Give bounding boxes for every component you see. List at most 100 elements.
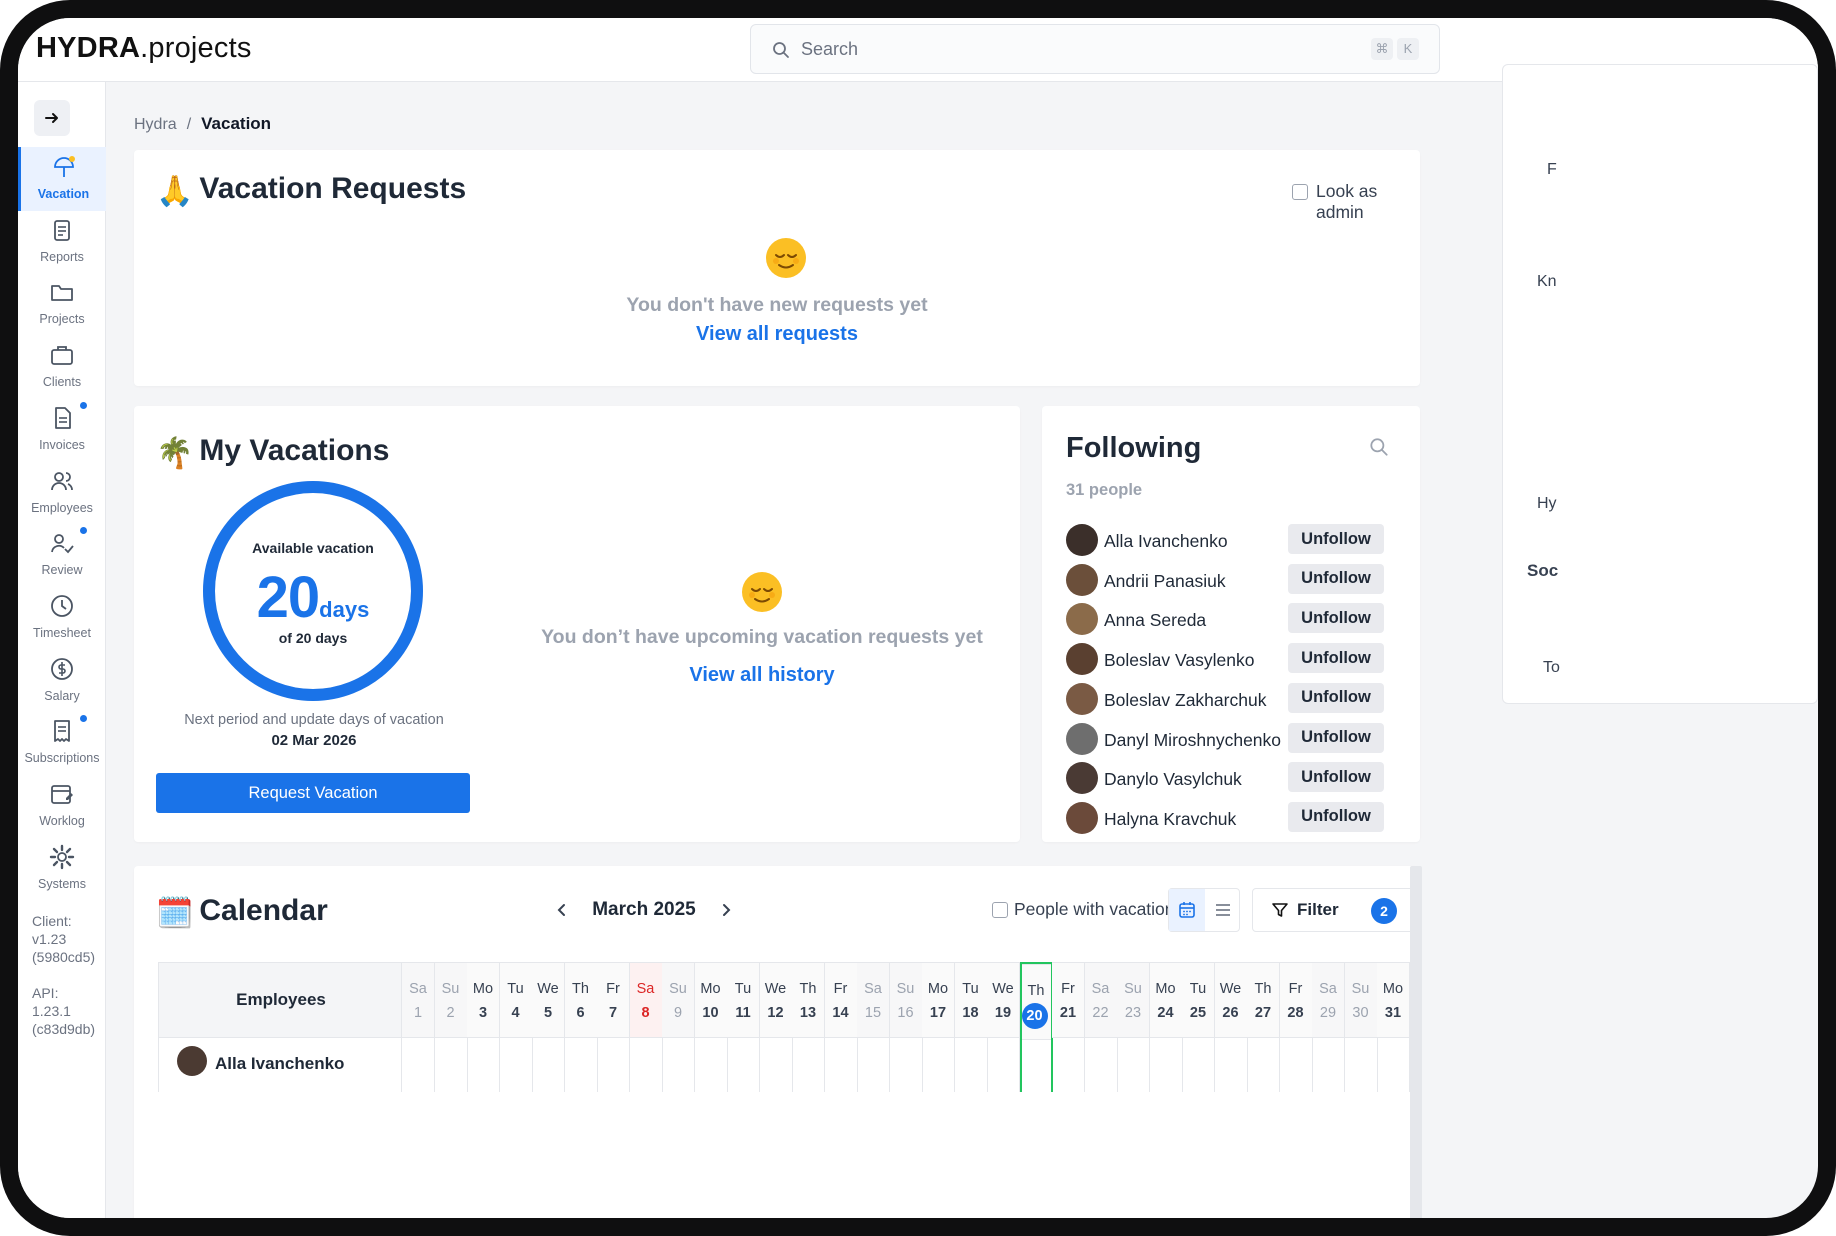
calendar-day-column[interactable]: We 12 [759, 962, 793, 1092]
calendar-day-column[interactable]: Fr 28 [1279, 962, 1313, 1092]
person-name[interactable]: Boleslav Vasylenko [1104, 650, 1254, 671]
day-number: 21 [1059, 1005, 1077, 1021]
list-view-button[interactable] [1205, 889, 1241, 931]
sidebar-item-clients[interactable]: Clients [18, 335, 106, 399]
unfollow-button[interactable]: Unfollow [1288, 801, 1384, 832]
calendar-day-column[interactable]: Fr 7 [597, 962, 630, 1092]
calendar-day-column[interactable]: Fr 14 [824, 962, 858, 1092]
sidebar-item-review[interactable]: Review [18, 523, 106, 587]
calendar-day-column[interactable]: Th 20 [1019, 962, 1053, 1092]
employee-name[interactable]: Alla Ivanchenko [215, 1054, 344, 1074]
person-name[interactable]: Danyl Miroshnychenko [1104, 730, 1281, 751]
person-name[interactable]: Anna Sereda [1104, 610, 1206, 631]
calendar-day-column[interactable]: Mo 24 [1149, 962, 1183, 1092]
sidebar-item-employees[interactable]: Employees [18, 461, 106, 525]
calendar-day-column[interactable]: We 19 [987, 962, 1020, 1092]
weekday-label: Th [1254, 981, 1272, 997]
unfollow-button[interactable]: Unfollow [1288, 722, 1384, 753]
person-name[interactable]: Boleslav Zakharchuk [1104, 690, 1266, 711]
calendar-day-column[interactable]: We 26 [1214, 962, 1248, 1092]
avatar[interactable] [1066, 722, 1098, 755]
weekday-label: Sa [409, 981, 427, 997]
calendar-day-column[interactable]: Sa 1 [402, 962, 435, 1092]
day-number: 12 [767, 1005, 784, 1021]
sidebar-item-invoices[interactable]: Invoices [18, 398, 106, 462]
sidebar-item-vacation[interactable]: Vacation [18, 147, 106, 211]
avatar[interactable] [1066, 603, 1098, 636]
chevron-right-icon[interactable] [718, 902, 734, 918]
sidebar-item-worklog[interactable]: Worklog [18, 774, 106, 838]
calendar-day-column[interactable]: Tu 4 [499, 962, 533, 1092]
sidebar-item-reports[interactable]: Reports [18, 210, 106, 274]
breadcrumb: Hydra / Vacation [134, 114, 271, 134]
my-vacations-title-text: My Vacations [199, 434, 390, 467]
avatar[interactable] [1066, 563, 1098, 596]
person-name[interactable]: Halyna Kravchuk [1104, 809, 1236, 830]
chevron-left-icon[interactable] [554, 902, 570, 918]
calendar-day-column[interactable]: Tu 18 [954, 962, 988, 1092]
filter-button[interactable]: Filter 2 [1252, 888, 1414, 932]
calendar-day-column[interactable]: Mo 31 [1377, 962, 1410, 1092]
calendar-scrollbar[interactable] [1410, 866, 1422, 1218]
people-with-vacation-checkbox[interactable] [992, 902, 1008, 918]
unfollow-button[interactable]: Unfollow [1288, 603, 1384, 634]
calendar-day-column[interactable]: Sa 15 [857, 962, 890, 1092]
person-name[interactable]: Andrii Panasiuk [1104, 571, 1226, 592]
calendar-day-column[interactable]: Mo 17 [922, 962, 955, 1092]
calendar-day-column[interactable]: Tu 25 [1182, 962, 1215, 1092]
sidebar-item-projects[interactable]: Projects [18, 272, 106, 336]
look-as-admin-checkbox[interactable] [1292, 184, 1308, 200]
sidebar-item-timesheet[interactable]: Timesheet [18, 586, 106, 650]
palm-tree-icon: 🌴 [156, 437, 194, 470]
calendar-view-button[interactable] [1169, 889, 1205, 931]
view-all-history-link[interactable]: View all history [612, 664, 912, 687]
calendar-day-column[interactable]: Tu 11 [727, 962, 760, 1092]
avatar[interactable] [1066, 643, 1098, 676]
breadcrumb-root[interactable]: Hydra [134, 116, 177, 133]
day-number: 30 [1352, 1005, 1369, 1021]
avatar[interactable] [1066, 524, 1098, 556]
calendar-day-column[interactable]: Sa 8 [629, 962, 663, 1092]
unfollow-button[interactable]: Unfollow [1288, 563, 1384, 594]
calendar-day-column[interactable]: Th 27 [1247, 962, 1280, 1092]
unfollow-button[interactable]: Unfollow [1288, 762, 1384, 793]
unfollow-button[interactable]: Unfollow [1288, 524, 1384, 554]
unfollow-button[interactable]: Unfollow [1288, 643, 1384, 674]
avatar[interactable] [1066, 801, 1098, 834]
device-frame: HYDRA.projects Search ⌘ K Vacation Report… [0, 0, 1836, 1236]
calendar-day-column[interactable]: Sa 29 [1312, 962, 1345, 1092]
calendar-day-column[interactable]: Th 6 [564, 962, 598, 1092]
avatar[interactable] [1066, 682, 1098, 715]
day-number: 3 [478, 1005, 488, 1021]
day-header: We 5 [532, 962, 564, 1038]
calendar-day-column[interactable]: Su 30 [1344, 962, 1378, 1092]
search-input[interactable]: Search ⌘ K [750, 24, 1440, 74]
day-number: 17 [929, 1005, 947, 1021]
calendar-day-column[interactable]: Su 2 [434, 962, 468, 1092]
view-all-requests-link[interactable]: View all requests [577, 323, 977, 346]
person-name[interactable]: Alla Ivanchenko [1104, 531, 1228, 552]
calendar-day-column[interactable]: Mo 3 [467, 962, 500, 1092]
calendar-day-column[interactable]: Fr 21 [1052, 962, 1085, 1092]
folder-icon [51, 285, 73, 302]
client-version: Client: v1.23 (5980cd5) [32, 913, 96, 965]
person-name[interactable]: Danylo Vasylchuk [1104, 769, 1242, 790]
sidebar-item-subscriptions[interactable]: Subscriptions [18, 711, 106, 775]
unfollow-button[interactable]: Unfollow [1288, 682, 1384, 713]
avatar[interactable] [1066, 762, 1098, 795]
request-vacation-button[interactable]: Request Vacation [156, 773, 470, 813]
sidebar-expand-button[interactable] [34, 100, 70, 136]
calendar-day-column[interactable]: Su 23 [1117, 962, 1150, 1092]
calendar-day-column[interactable]: Sa 22 [1084, 962, 1118, 1092]
calendar-day-column[interactable]: Th 13 [792, 962, 825, 1092]
sidebar-item-systems[interactable]: Systems [18, 837, 106, 901]
search-icon[interactable] [1368, 436, 1390, 458]
weekday-label: Sa [1091, 981, 1110, 997]
app-logo[interactable]: HYDRA.projects [36, 32, 252, 65]
calendar-day-column[interactable]: We 5 [532, 962, 565, 1092]
calendar-day-column[interactable]: Mo 10 [694, 962, 728, 1092]
sidebar-item-label: Worklog [39, 814, 85, 828]
calendar-day-column[interactable]: Su 9 [662, 962, 695, 1092]
calendar-day-column[interactable]: Su 16 [889, 962, 923, 1092]
sidebar-item-salary[interactable]: Salary [18, 649, 106, 713]
